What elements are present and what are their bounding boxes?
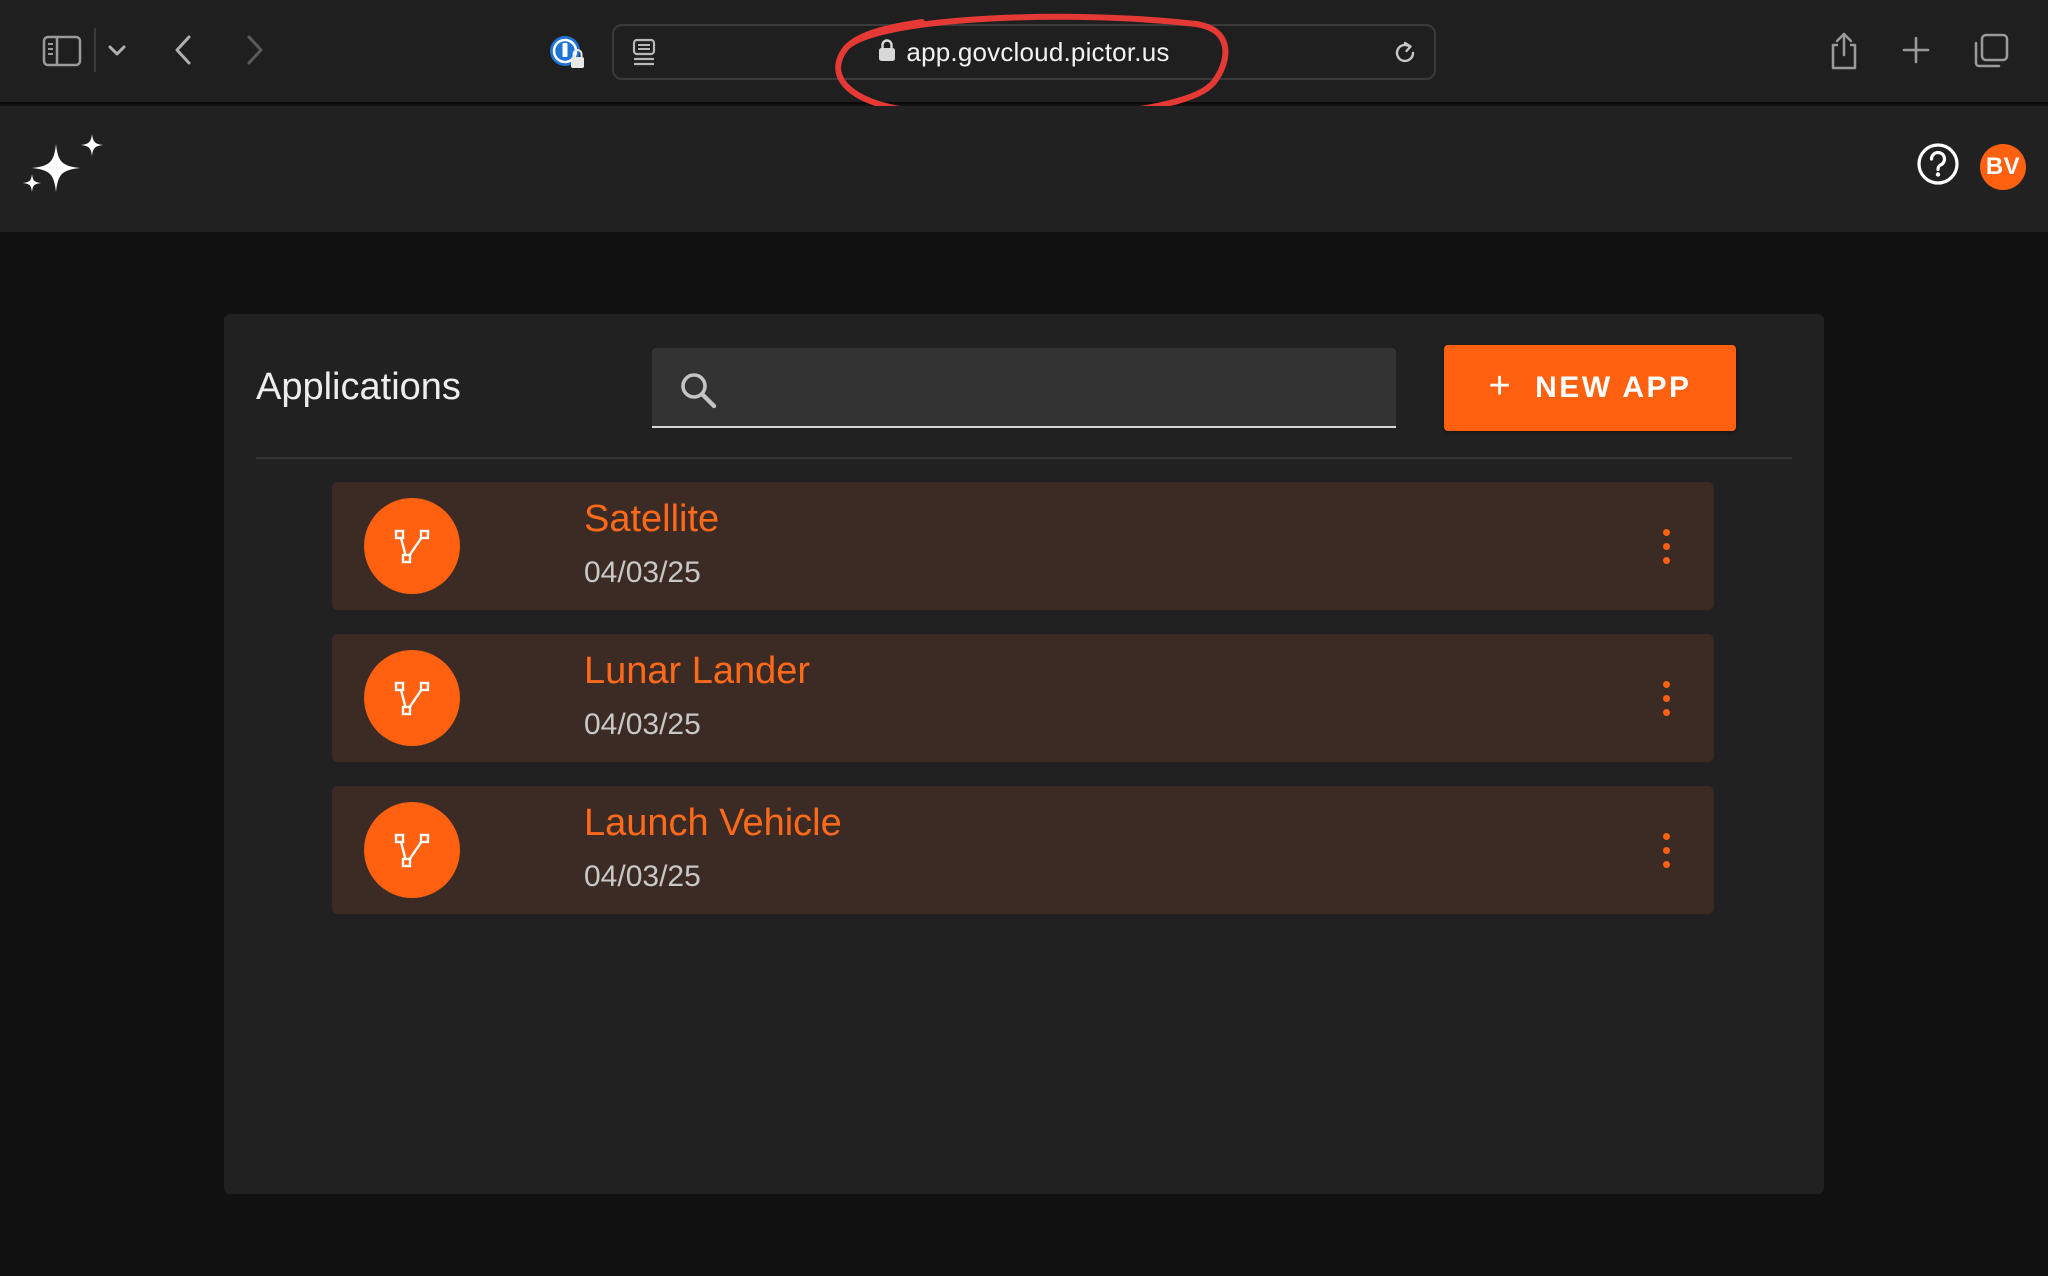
divider [256, 457, 1792, 459]
help-icon[interactable] [1916, 142, 1960, 186]
back-icon[interactable] [168, 30, 198, 70]
tab-overview-icon[interactable] [1970, 30, 2012, 72]
more-vert-icon[interactable] [1650, 826, 1682, 874]
search-icon [678, 370, 718, 410]
url-text[interactable]: app.govcloud.pictor.us [906, 37, 1169, 68]
branch-icon [364, 498, 460, 594]
toolbar-divider [94, 28, 96, 72]
password-manager-icon[interactable] [546, 32, 588, 74]
app-name[interactable]: Lunar Lander [584, 650, 810, 693]
app-date: 04/03/25 [584, 556, 701, 589]
new-app-button[interactable]: + NEW APP [1444, 345, 1736, 431]
search-field[interactable] [652, 348, 1396, 428]
share-icon[interactable] [1824, 28, 1864, 74]
page-title: Applications [256, 366, 461, 408]
app-header [0, 106, 2048, 232]
app-date: 04/03/25 [584, 708, 701, 741]
lock-icon [878, 38, 896, 67]
search-input[interactable] [736, 348, 1376, 426]
app-date: 04/03/25 [584, 860, 701, 893]
app-name[interactable]: Satellite [584, 498, 719, 541]
app-list: Satellite 04/03/25 Lunar Lander 04/03/25… [332, 482, 1714, 938]
reload-icon[interactable] [1390, 38, 1420, 68]
more-vert-icon[interactable] [1650, 674, 1682, 722]
app-card[interactable]: Satellite 04/03/25 [332, 482, 1714, 610]
new-tab-icon[interactable] [1898, 32, 1934, 68]
branch-icon [364, 802, 460, 898]
sidebar-toggle-icon[interactable] [38, 30, 86, 72]
app-name[interactable]: Launch Vehicle [584, 802, 842, 845]
more-vert-icon[interactable] [1650, 522, 1682, 570]
browser-toolbar: app.govcloud.pictor.us [0, 0, 2048, 120]
plus-icon: + [1488, 365, 1514, 407]
branch-icon [364, 650, 460, 746]
new-app-label: NEW APP [1535, 371, 1692, 404]
app-card[interactable]: Launch Vehicle 04/03/25 [332, 786, 1714, 914]
applications-panel: Applications + NEW APP Satellite 04/03/2… [224, 314, 1824, 1194]
user-avatar[interactable]: BV [1980, 144, 2026, 190]
forward-icon[interactable] [240, 30, 270, 70]
app-card[interactable]: Lunar Lander 04/03/25 [332, 634, 1714, 762]
address-bar[interactable]: app.govcloud.pictor.us [612, 24, 1436, 80]
sparkles-logo-icon[interactable] [18, 134, 110, 200]
chevron-down-icon[interactable] [104, 38, 130, 64]
